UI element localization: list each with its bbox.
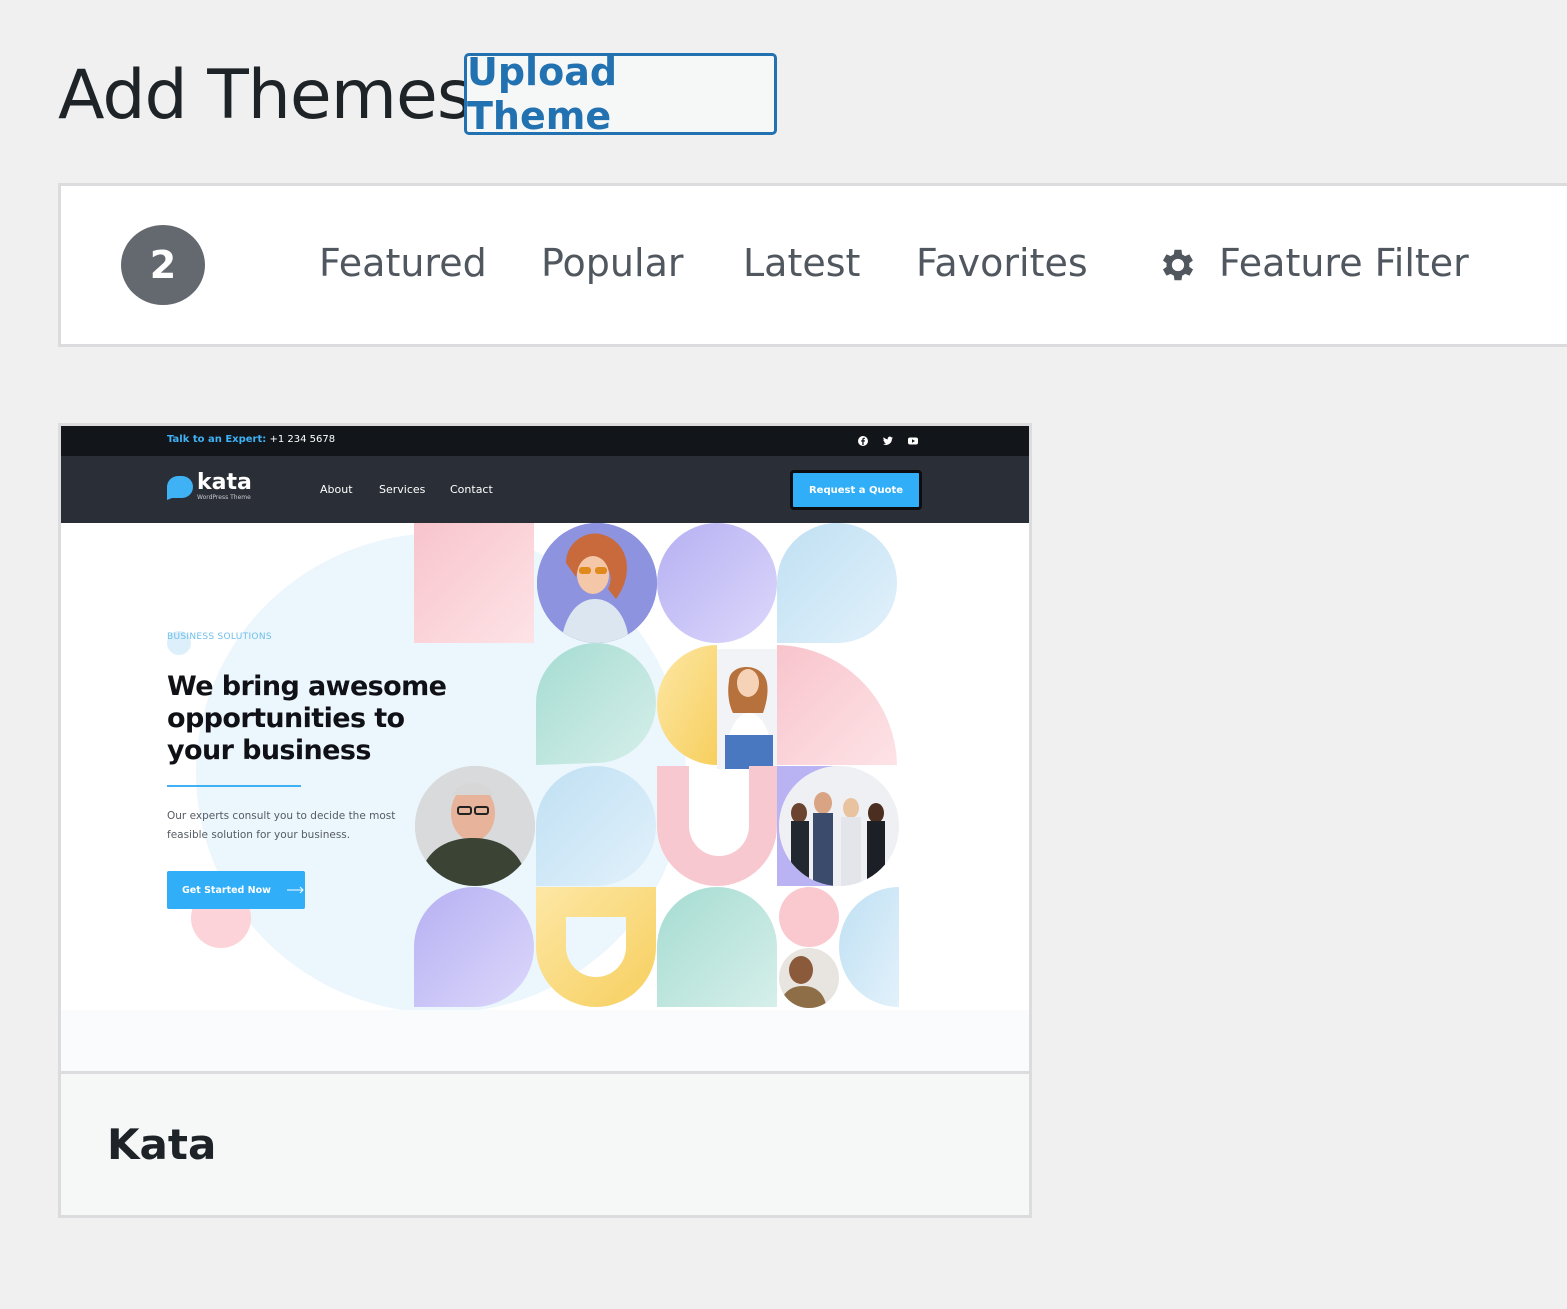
page-title: Add Themes — [58, 56, 472, 135]
preview-quote-button: Request a Quote — [790, 470, 922, 510]
youtube-icon — [908, 437, 918, 445]
gear-icon[interactable] — [1157, 244, 1199, 286]
facebook-icon — [858, 436, 868, 446]
upload-theme-button[interactable]: Upload Theme — [464, 50, 777, 138]
preview-hero: BUSINESS SOLUTIONS We bring awesome oppo… — [61, 523, 1029, 1071]
preview-topbar: Talk to an Expert: +1 234 5678 — [61, 426, 1029, 456]
preview-cta-label: Get Started Now — [182, 884, 271, 896]
feature-filter-button[interactable]: Feature Filter — [1219, 238, 1469, 288]
tab-popular[interactable]: Popular — [541, 238, 683, 288]
preview-nav-about: About — [320, 483, 353, 496]
theme-card-kata[interactable]: Talk to an Expert: +1 234 5678 kata Word… — [58, 423, 1032, 1218]
preview-cta-button: Get Started Now — [167, 871, 305, 909]
theme-screenshot[interactable]: Talk to an Expert: +1 234 5678 kata Word… — [61, 426, 1029, 1071]
theme-name[interactable]: Kata — [107, 1120, 216, 1169]
tab-latest[interactable]: Latest — [743, 238, 860, 288]
preview-talk-label: Talk to an Expert: — [167, 434, 267, 445]
preview-divider — [167, 785, 301, 787]
kata-logo-icon — [167, 476, 193, 500]
tab-favorites[interactable]: Favorites — [916, 238, 1088, 288]
twitter-icon — [883, 436, 893, 445]
theme-filter-bar: 2 Featured Popular Latest Favorites Feat… — [58, 183, 1567, 347]
preview-badge: BUSINESS SOLUTIONS — [167, 632, 272, 642]
preview-phone: +1 234 5678 — [269, 434, 336, 445]
preview-description: Our experts consult you to decide the mo… — [167, 810, 396, 841]
arrow-right-icon — [286, 886, 304, 894]
preview-headline: We bring awesome opportunities to your b… — [167, 671, 447, 766]
theme-card-footer: Kata — [61, 1071, 1029, 1215]
preview-navbar: kata WordPress Theme About Services Cont… — [61, 456, 1029, 523]
preview-hero-art — [61, 523, 1029, 1071]
theme-count-badge: 2 — [121, 225, 205, 305]
preview-logo-text: kata — [197, 470, 252, 495]
tab-featured[interactable]: Featured — [319, 238, 487, 288]
preview-nav-contact: Contact — [450, 483, 493, 496]
preview-logo-subtitle: WordPress Theme — [197, 494, 251, 501]
preview-nav-services: Services — [379, 483, 426, 496]
preview-contact: Talk to an Expert: +1 234 5678 — [167, 434, 335, 445]
